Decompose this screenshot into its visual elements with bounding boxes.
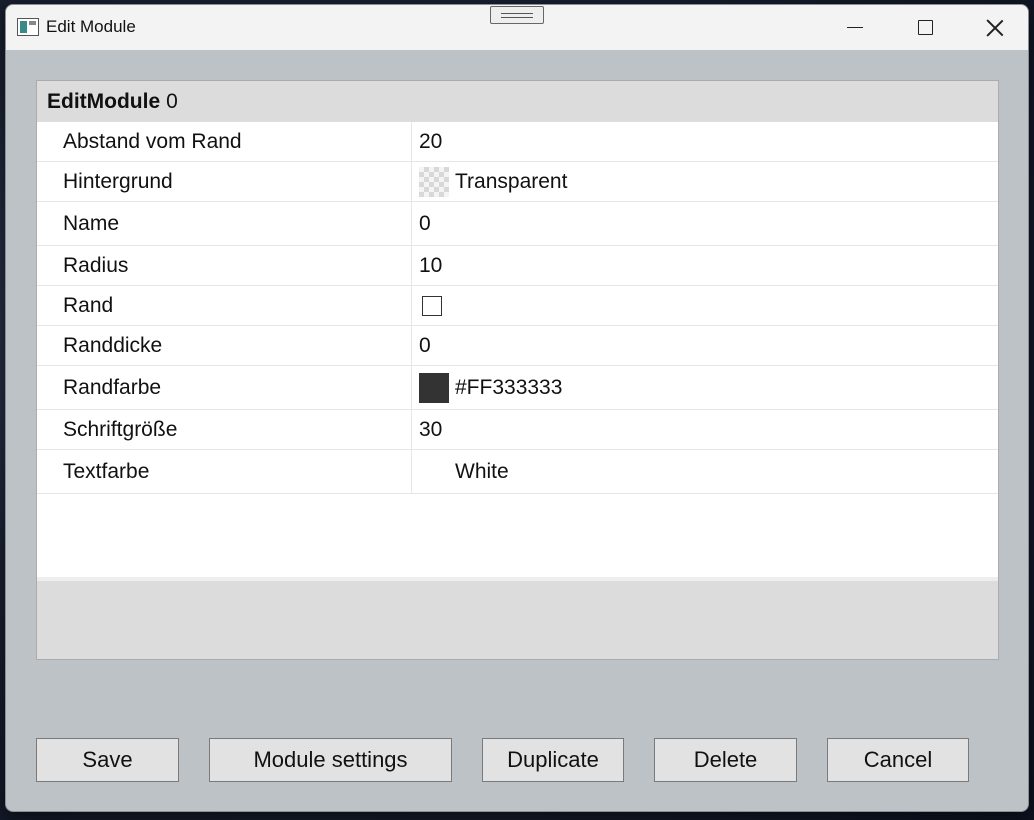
delete-button[interactable]: Delete bbox=[654, 738, 797, 782]
maximize-icon bbox=[917, 20, 933, 35]
property-row-radius[interactable]: Radius 10 bbox=[37, 246, 998, 286]
property-row-schriftgroesse[interactable]: Schriftgröße 30 bbox=[37, 410, 998, 450]
property-row-hintergrund[interactable]: Hintergrund Transparent bbox=[37, 162, 998, 202]
cancel-button[interactable]: Cancel bbox=[827, 738, 969, 782]
property-row-textfarbe[interactable]: Textfarbe White bbox=[37, 450, 998, 494]
object-name-label: 0 bbox=[166, 89, 178, 113]
property-name: Textfarbe bbox=[37, 450, 412, 493]
rand-checkbox[interactable] bbox=[422, 295, 442, 316]
object-type-label: EditModule bbox=[47, 89, 161, 113]
property-row-randdicke[interactable]: Randdicke 0 bbox=[37, 326, 998, 366]
property-description-area bbox=[37, 577, 998, 659]
property-grid: EditModule 0 Abstand vom Rand 20 Hinterg… bbox=[36, 80, 999, 660]
property-name: Randfarbe bbox=[37, 366, 412, 409]
color-swatch bbox=[419, 456, 449, 487]
property-row-abstand[interactable]: Abstand vom Rand 20 bbox=[37, 122, 998, 162]
property-value-field[interactable]: Transparent bbox=[412, 162, 998, 201]
property-value: 20 bbox=[419, 129, 443, 153]
property-value: White bbox=[455, 459, 509, 483]
property-value-field[interactable]: 0 bbox=[412, 202, 998, 245]
property-name: Rand bbox=[37, 286, 412, 325]
property-name: Randdicke bbox=[37, 326, 412, 365]
property-name: Radius bbox=[37, 246, 412, 285]
edit-module-window: Edit Module EditModule 0 Abstand vom Ran… bbox=[5, 4, 1029, 812]
property-grid-header: EditModule 0 bbox=[37, 81, 998, 122]
save-button[interactable]: Save bbox=[36, 738, 179, 782]
minimize-icon bbox=[847, 27, 863, 28]
drag-handle[interactable] bbox=[490, 6, 544, 24]
close-button[interactable] bbox=[960, 5, 1028, 50]
property-value: Transparent bbox=[455, 169, 568, 193]
property-name: Abstand vom Rand bbox=[37, 122, 412, 161]
window-title: Edit Module bbox=[46, 17, 136, 36]
transparent-swatch bbox=[419, 166, 449, 197]
property-value-field[interactable]: 20 bbox=[412, 122, 998, 161]
property-value-field bbox=[412, 286, 998, 325]
property-value: #FF333333 bbox=[455, 375, 563, 399]
property-value: 10 bbox=[419, 253, 443, 277]
property-row-randfarbe[interactable]: Randfarbe #FF333333 bbox=[37, 366, 998, 410]
property-value-field[interactable]: 10 bbox=[412, 246, 998, 285]
property-value-field[interactable]: White bbox=[412, 450, 998, 493]
duplicate-button[interactable]: Duplicate bbox=[482, 738, 624, 782]
module-settings-button[interactable]: Module settings bbox=[209, 738, 452, 782]
property-row-name[interactable]: Name 0 bbox=[37, 202, 998, 246]
minimize-button[interactable] bbox=[820, 5, 890, 50]
property-name: Schriftgröße bbox=[37, 410, 412, 449]
property-value-field[interactable]: 0 bbox=[412, 326, 998, 365]
property-value: 30 bbox=[419, 417, 443, 441]
close-icon bbox=[986, 19, 1004, 37]
property-row-rand[interactable]: Rand bbox=[37, 286, 998, 326]
color-swatch bbox=[419, 372, 449, 403]
property-value-field[interactable]: #FF333333 bbox=[412, 366, 998, 409]
app-icon bbox=[17, 18, 39, 36]
property-value-field[interactable]: 30 bbox=[412, 410, 998, 449]
property-value: 0 bbox=[419, 333, 431, 357]
property-name: Hintergrund bbox=[37, 162, 412, 201]
maximize-button[interactable] bbox=[890, 5, 960, 50]
property-name: Name bbox=[37, 202, 412, 245]
property-value: 0 bbox=[419, 211, 431, 235]
